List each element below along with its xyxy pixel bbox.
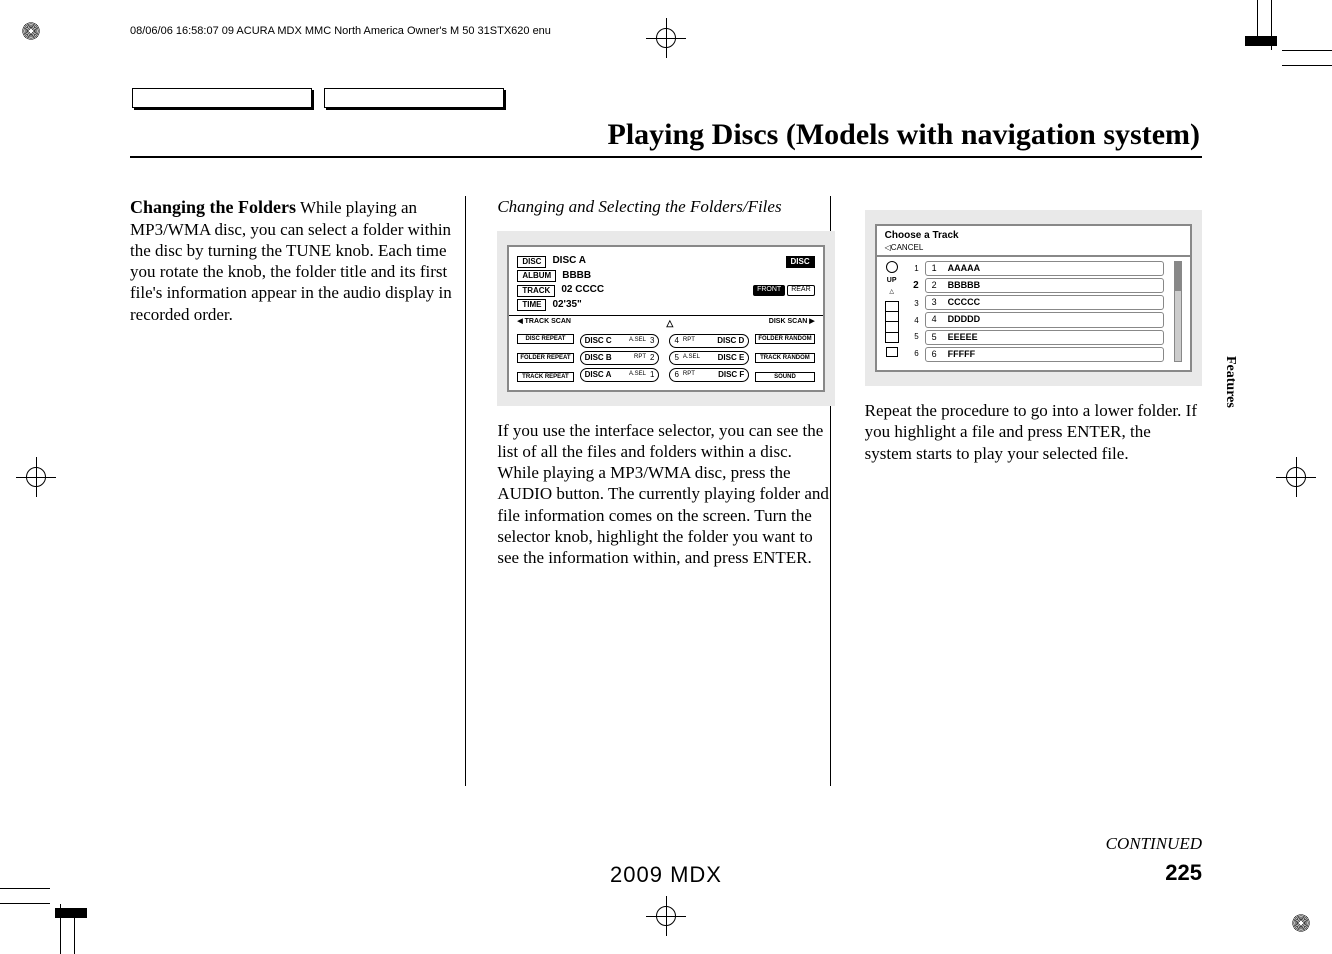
model-year: 2009 MDX [610,862,722,888]
disc-icon [886,261,898,273]
crop-mark [55,908,87,918]
content-columns: Changing the Folders While playing an MP… [130,196,1202,568]
placeholder-box [324,88,504,108]
folder-repeat-label: FOLDER REPEAT [517,353,573,363]
scrollbar [1174,261,1182,363]
disc-label: DISC [517,256,546,268]
up-triangle-icon: △ [889,289,894,297]
album-label: ALBUM [517,270,556,282]
radio-screen: DISC DISC A DISC ALBUM BBBB TRACK 02 CCC… [507,245,824,391]
list-item: 1AAAAA [925,261,1164,276]
preset-button: DISC AA.SEL1 [580,368,660,382]
up-triangle-icon: △ [666,318,673,329]
disc-value: DISC A [552,255,586,268]
subheading-italic: Changing and Selecting the Folders/Files [497,196,834,217]
preset-button: 6RPTDISC F [669,368,749,382]
registration-mark-icon [1286,908,1316,938]
crosshair-icon [646,18,686,58]
time-label: TIME [517,299,546,311]
placeholder-box [132,88,312,108]
column-3: Choose a Track ◁CANCEL UP △ 1 2 3 [865,196,1202,568]
crop-mark [74,914,75,954]
crop-mark [1245,36,1277,46]
time-value: 02'35" [552,299,581,312]
nav-screen: Choose a Track ◁CANCEL UP △ 1 2 3 [875,224,1192,372]
continued-label: CONTINUED [1106,834,1202,854]
placeholder-boxes [132,88,504,108]
crop-mark [1257,0,1258,40]
radio-display-figure: DISC DISC A DISC ALBUM BBBB TRACK 02 CCC… [497,231,834,405]
crop-mark [1282,50,1332,51]
page-number: 225 [1165,860,1202,886]
album-value: BBBB [562,270,591,283]
nav-track-list: 1AAAAA 2BBBBB 3CCCCC 4DDDDD 5EEEEE 6FFFF… [925,261,1164,363]
nav-title: Choose a Track [885,230,1182,243]
page-title: Playing Discs (Models with navigation sy… [608,118,1201,152]
list-item: 5EEEEE [925,330,1164,345]
preset-button: DISC BRPT2 [580,351,660,365]
body-text: Repeat the procedure to go into a lower … [865,400,1202,464]
nav-cancel-label: ◁CANCEL [885,243,1182,253]
preset-button: 5A.SELDISC E [669,351,749,365]
track-scan-label: ◀ TRACK SCAN [517,318,571,329]
preset-button: DISC CA.SEL3 [580,334,660,348]
track-label: TRACK [517,285,555,297]
track-repeat-label: TRACK REPEAT [517,372,573,382]
nav-ladder-icon [885,301,899,343]
column-2: Changing and Selecting the Folders/Files… [497,196,834,568]
print-header-metadata: 08/06/06 16:58:07 09 ACURA MDX MMC North… [130,25,551,37]
crosshair-icon [646,896,686,936]
front-pill: FRONT [753,285,785,296]
horizontal-rule [130,156,1202,158]
disk-scan-label: DISK SCAN ▶ [769,318,815,329]
disc-badge: DISC [786,256,815,268]
crop-mark [0,888,50,889]
box-icon [886,347,898,357]
crosshair-icon [1276,457,1316,497]
preset-button: 4RPTDISC D [669,334,749,348]
list-item: 3CCCCC [925,295,1164,310]
disc-repeat-label: DISC REPEAT [517,334,573,344]
nav-side-controls: UP △ [885,261,899,363]
track-random-label: TRACK RANDOM [755,353,814,363]
nav-track-list-figure: Choose a Track ◁CANCEL UP △ 1 2 3 [865,210,1202,386]
sound-label: SOUND [755,372,814,382]
subheading: Changing the Folders [130,197,296,217]
column-1: Changing the Folders While playing an MP… [130,196,467,568]
list-item: 6FFFFF [925,347,1164,362]
crosshair-icon [16,457,56,497]
nav-up-label: UP [887,277,897,286]
crop-mark [0,903,50,904]
crop-mark [1282,65,1332,66]
nav-index-column: 1 2 3 4 5 6 [905,261,919,363]
list-item: 2BBBBB [925,278,1164,293]
section-tab-label: Features [1222,356,1238,408]
folder-random-label: FOLDER RANDOM [755,334,814,344]
body-text: If you use the interface selector, you c… [497,420,834,569]
rear-pill: REAR [787,285,814,296]
track-value: 02 CCCC [561,284,604,297]
registration-mark-icon [16,16,46,46]
list-item: 4DDDDD [925,312,1164,327]
